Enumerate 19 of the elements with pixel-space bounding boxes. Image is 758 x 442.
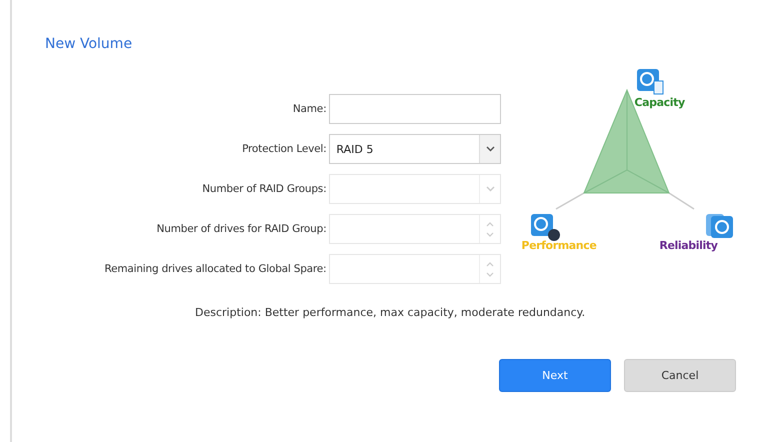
axis-label: Reliability: [659, 239, 718, 252]
name-field[interactable]: [329, 94, 502, 124]
cancel-button[interactable]: Cancel: [624, 359, 736, 392]
description-text: Description: Better performance, max capacity, moderate redundancy.: [194, 306, 586, 319]
field-label: Remaining drives allocated to Global Spare:: [104, 263, 326, 275]
drive-icon: [531, 214, 560, 241]
field-label: Number of RAID Groups:: [202, 183, 326, 195]
dialog-title: New Volume: [45, 36, 134, 52]
field-label: Number of drives for RAID Group:: [156, 223, 326, 235]
axis-label: Capacity: [634, 96, 685, 109]
drive-icon: [637, 69, 664, 94]
next-button[interactable]: Next: [499, 359, 611, 392]
field-label: Protection Level:: [242, 143, 326, 155]
chevron-down-icon: [486, 186, 495, 192]
field-label: Name:: [292, 103, 326, 115]
drive-icon: [706, 214, 734, 238]
axis-label: Performance: [521, 239, 596, 252]
chevron-down-icon: [486, 146, 495, 152]
dropdown[interactable]: RAID 5: [329, 134, 502, 164]
